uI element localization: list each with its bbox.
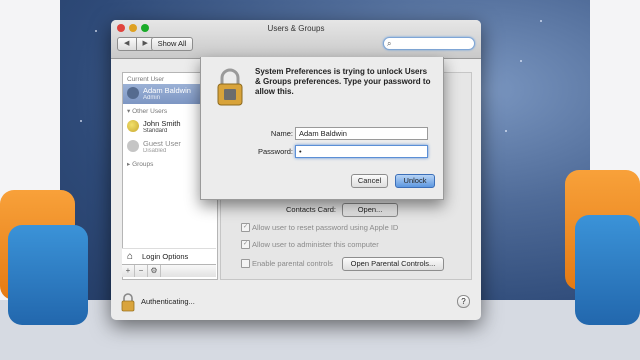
- house-icon: ⌂: [127, 251, 134, 262]
- allow-admin-label: Allow user to administer this computer: [252, 240, 379, 249]
- user-name: John Smith: [143, 119, 181, 128]
- search-icon: ⌕: [387, 39, 392, 48]
- password-label: Password:: [257, 147, 293, 156]
- star: [540, 20, 542, 22]
- parental-controls-checkbox[interactable]: [241, 259, 250, 268]
- avatar: [127, 87, 139, 99]
- name-field[interactable]: Adam Baldwin: [295, 127, 428, 140]
- cancel-button[interactable]: Cancel: [351, 174, 388, 188]
- window-title: Users & Groups: [267, 24, 325, 33]
- login-options-item[interactable]: ⌂ Login Options: [122, 248, 216, 265]
- gear-icon[interactable]: ⚙: [148, 265, 161, 277]
- star: [505, 130, 507, 132]
- user-role: Standard: [143, 128, 168, 134]
- user-name: Guest User: [143, 139, 181, 148]
- user-role: Admin: [143, 95, 161, 101]
- nav-buttons: ◀ ▶: [117, 37, 155, 51]
- wallpaper-chair-right-blue: [575, 215, 640, 325]
- bottom-bar: Authenticating... ?: [111, 286, 481, 320]
- help-button[interactable]: ?: [457, 295, 470, 308]
- contacts-card-label: Contacts Card:: [286, 205, 337, 214]
- sidebar-toolbar: + − ⚙: [122, 264, 216, 277]
- allow-admin-checkbox[interactable]: ✓: [241, 240, 250, 249]
- star: [95, 30, 97, 32]
- avatar: [127, 140, 139, 152]
- other-users-header-label: Other Users: [132, 108, 168, 115]
- allow-reset-checkbox[interactable]: ✓: [241, 223, 250, 232]
- wallpaper-chair-left-blue: [8, 225, 88, 325]
- allow-reset-label: Allow user to reset password using Apple…: [252, 223, 399, 232]
- remove-user-button[interactable]: −: [135, 265, 148, 277]
- add-user-button[interactable]: +: [122, 265, 135, 277]
- chevron-left-icon[interactable]: ◀: [118, 38, 137, 50]
- title-bar: Users & Groups ◀ ▶ Show All ⌕: [111, 20, 481, 59]
- name-label: Name:: [270, 129, 293, 138]
- login-options-label: Login Options: [142, 252, 189, 261]
- user-name: Adam Baldwin: [143, 86, 191, 95]
- open-parental-controls-button[interactable]: Open Parental Controls...: [342, 257, 444, 271]
- dialog-message: System Preferences is trying to unlock U…: [255, 67, 431, 96]
- star: [520, 60, 522, 62]
- avatar: [127, 120, 139, 132]
- lock-icon[interactable]: [120, 292, 136, 312]
- status-text: Authenticating...: [141, 297, 195, 306]
- password-field[interactable]: •: [295, 145, 428, 158]
- parental-controls-label: Enable parental controls: [252, 259, 333, 268]
- show-all-button[interactable]: Show All: [151, 37, 193, 51]
- open-contacts-button[interactable]: Open...: [342, 203, 398, 217]
- groups-label: Groups: [132, 161, 154, 168]
- unlock-dialog: System Preferences is trying to unlock U…: [200, 57, 444, 200]
- star: [80, 120, 82, 122]
- unlock-button[interactable]: Unlock: [395, 174, 435, 188]
- lock-icon: [217, 68, 243, 106]
- search-input[interactable]: ⌕: [383, 37, 475, 50]
- user-role: Disabled: [143, 148, 167, 154]
